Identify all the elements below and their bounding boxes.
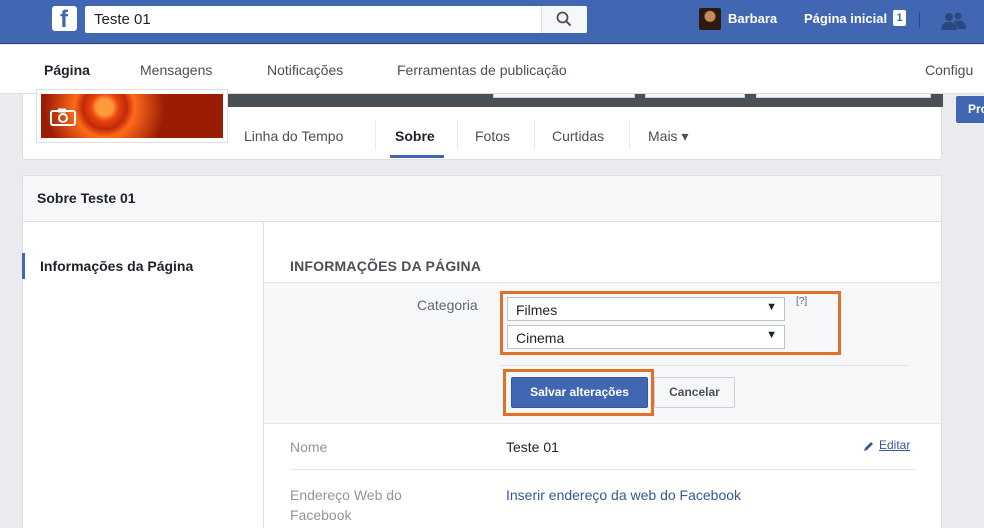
home-badge: 1 [893,10,906,26]
divider [375,120,376,150]
search-button[interactable] [541,6,587,33]
cover-photo-strip [223,94,943,107]
web-address-label-line2: Facebook [290,507,352,523]
divider [534,120,535,150]
about-title: Sobre Teste 01 [37,190,136,206]
category-label: Categoria [417,297,478,313]
web-address-link[interactable]: Inserir endereço da web do Facebook [506,487,741,503]
tab-mais[interactable]: Mais ▾ [648,128,688,145]
camera-icon[interactable] [50,108,76,126]
section-title: INFORMAÇÕES DA PÁGINA [290,258,482,274]
page-admin-nav: Página Mensagens Notificações Ferramenta… [0,45,984,94]
divider [919,12,920,28]
divider [629,120,630,150]
tab-mensagens[interactable]: Mensagens [140,62,212,78]
active-sidebar-indicator [22,253,25,279]
name-value: Teste 01 [506,439,559,455]
highlight-box [500,291,841,355]
tab-ferramentas-de-publicacao[interactable]: Ferramentas de publicação [397,62,567,78]
profile-link[interactable]: Barbara [728,11,777,26]
search-input[interactable] [85,6,541,33]
tab-curtidas[interactable]: Curtidas [552,128,604,144]
tab-pagina[interactable]: Página [44,62,90,78]
promote-button[interactable]: Pro [956,96,984,123]
about-header [22,175,942,222]
search-box [85,6,587,33]
tab-sobre[interactable]: Sobre [395,128,435,144]
sidebar-item-informacoes-da-pagina[interactable]: Informações da Página [40,258,193,274]
tab-notificacoes[interactable]: Notificações [267,62,343,78]
tab-fotos[interactable]: Fotos [475,128,510,144]
pencil-icon [864,442,873,451]
cancel-button[interactable]: Cancelar [654,377,735,408]
cover-action-button[interactable] [645,94,745,98]
facebook-logo-icon[interactable]: f [52,6,77,33]
divider [290,469,915,470]
top-navigation-bar: f Barbara Página inicial 1 [0,0,984,44]
highlight-box [503,369,654,416]
tab-linha-do-tempo[interactable]: Linha do Tempo [244,128,343,144]
search-icon [556,11,572,27]
active-tab-indicator [390,155,444,158]
avatar[interactable] [699,8,721,30]
divider [457,120,458,150]
tab-configuracoes[interactable]: Configu [925,62,973,78]
web-address-label-line1: Endereço Web do [290,487,402,503]
name-label: Nome [290,439,328,455]
friends-icon[interactable] [940,11,966,31]
home-link[interactable]: Página inicial [804,11,887,26]
divider [499,365,909,366]
edit-name-link[interactable]: Editar [862,438,910,452]
cover-action-button[interactable] [756,94,931,98]
cover-card [22,90,943,160]
cover-action-button[interactable] [493,94,635,98]
